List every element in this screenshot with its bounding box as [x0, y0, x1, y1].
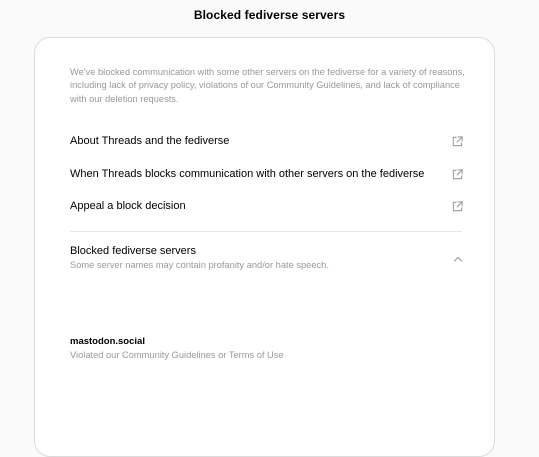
link-about-threads-fediverse[interactable]: About Threads and the fediverse — [70, 131, 464, 151]
divider — [70, 231, 462, 232]
page-title: Blocked fediverse servers — [193, 8, 346, 22]
link-appeal-block[interactable]: Appeal a block decision — [70, 196, 464, 216]
intro-text: We've blocked communication with some ot… — [70, 67, 465, 104]
section-subtitle: Some server names may contain profanity … — [70, 260, 329, 270]
link-label: When Threads blocks communication with o… — [70, 168, 425, 180]
server-reason: Violated our Community Guidelines or Ter… — [70, 350, 284, 360]
link-label: About Threads and the fediverse — [70, 135, 230, 147]
blocked-server-item: mastodon.social Violated our Community G… — [70, 336, 284, 360]
external-link-icon — [452, 135, 463, 146]
info-card: We've blocked communication with some ot… — [34, 37, 495, 457]
link-when-threads-blocks[interactable]: When Threads blocks communication with o… — [70, 164, 464, 184]
external-link-icon — [452, 200, 463, 211]
chevron-up-icon — [453, 256, 463, 262]
external-link-icon — [452, 168, 463, 179]
server-name: mastodon.social — [70, 336, 145, 347]
section-title: Blocked fediverse servers — [70, 245, 196, 257]
blocked-servers-toggle[interactable]: Blocked fediverse servers Some server na… — [70, 245, 464, 275]
link-label: Appeal a block decision — [70, 200, 186, 212]
